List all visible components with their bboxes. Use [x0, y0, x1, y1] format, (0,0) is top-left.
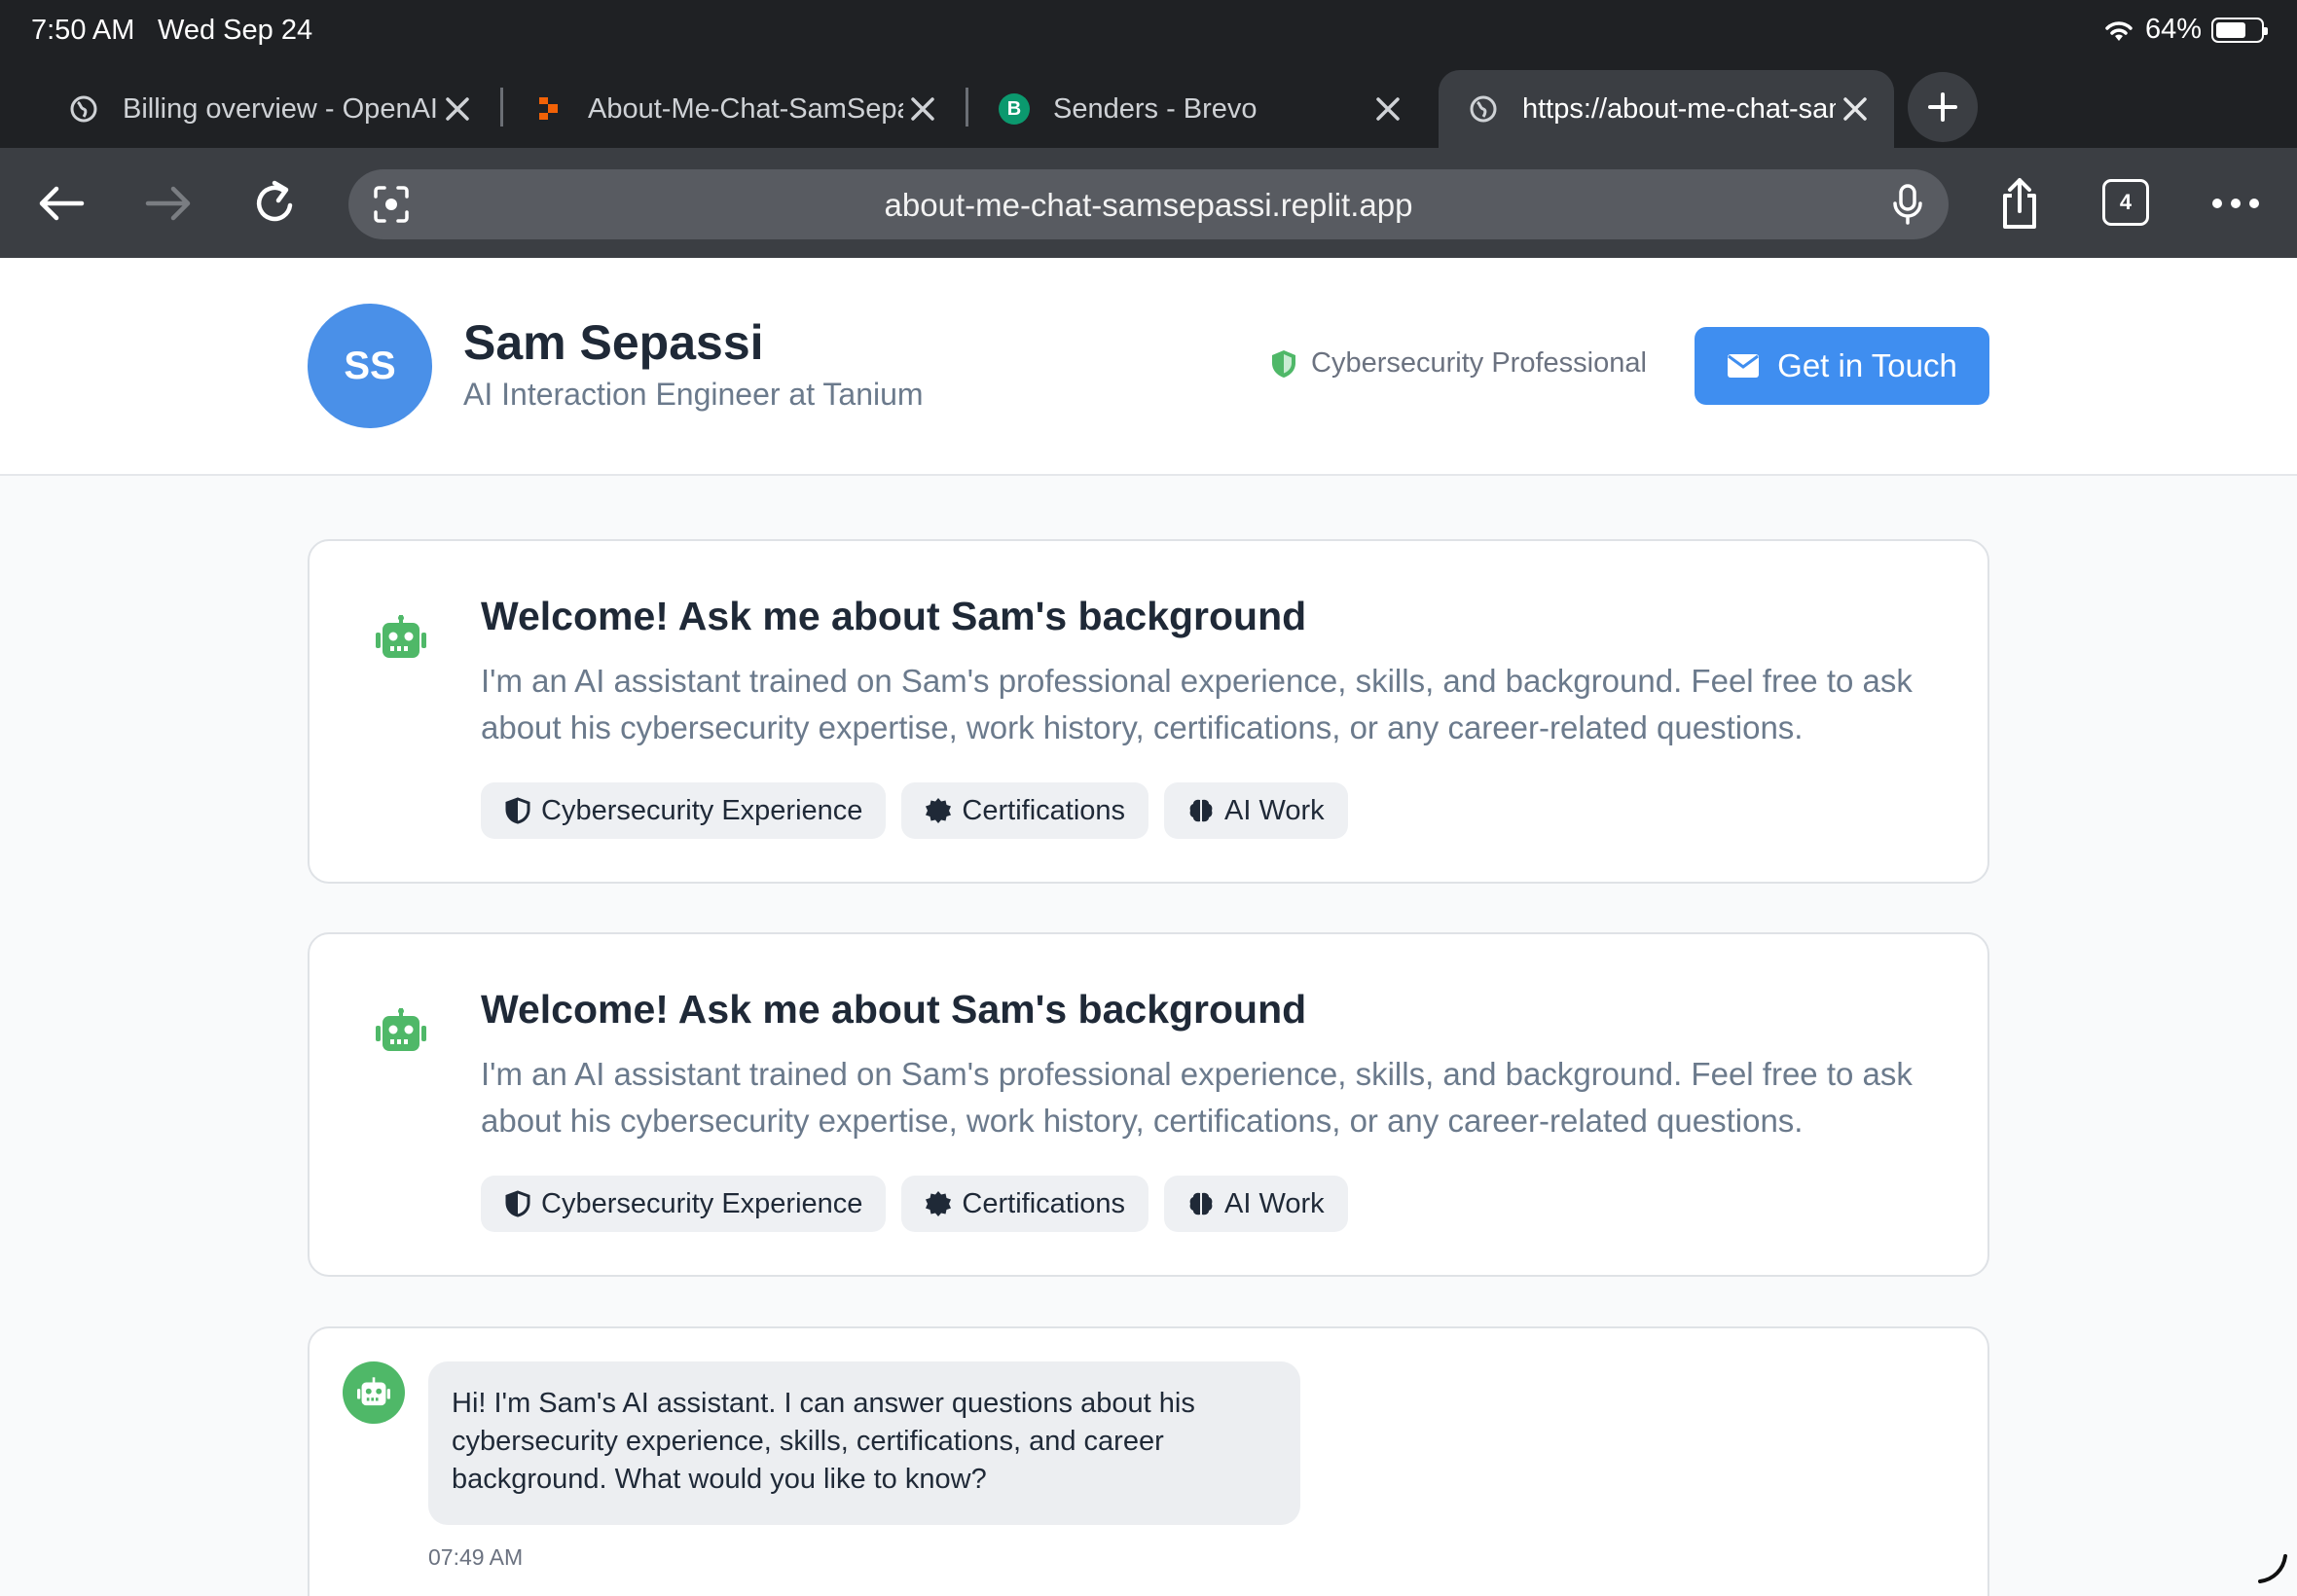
badge-label: Cybersecurity Professional	[1311, 347, 1647, 379]
certificate-icon	[926, 798, 952, 823]
page-content: SS Sam Sepassi AI Interaction Engineer a…	[0, 258, 2297, 1596]
tab-title: Billing overview - OpenAI	[123, 92, 438, 125]
profile-role: AI Interaction Engineer at Tanium	[463, 377, 924, 412]
get-in-touch-button[interactable]: Get in Touch	[1695, 327, 1989, 405]
status-date: Wed Sep 24	[158, 15, 313, 46]
tab-separator	[500, 88, 503, 127]
envelope-icon	[1728, 354, 1760, 378]
forward-button[interactable]	[138, 173, 199, 234]
certificate-icon	[926, 1191, 952, 1216]
cybersecurity-badge: Cybersecurity Professional	[1270, 347, 1647, 380]
assistant-message: Hi! I'm Sam's AI assistant. I can answer…	[428, 1361, 1300, 1525]
robot-icon	[376, 1008, 426, 1051]
card-title: Welcome! Ask me about Sam's background	[481, 594, 1307, 638]
tab-title: About-Me-Chat-SamSepassi	[588, 92, 903, 125]
share-button[interactable]	[1989, 173, 2050, 234]
robot-icon	[357, 1377, 390, 1406]
browser-chrome: 7:50 AM Wed Sep 24 64% Billing overview …	[0, 0, 2297, 258]
globe-icon	[68, 93, 99, 125]
tab-title: https://about-me-chat-samsepassi.replit.…	[1522, 92, 1836, 125]
close-icon[interactable]	[438, 90, 477, 128]
tab-separator	[966, 88, 968, 127]
tab-about-me-chat[interactable]: About-Me-Chat-SamSepassi	[504, 70, 962, 148]
chip-certifications[interactable]: Certifications	[901, 782, 1149, 839]
shield-half-icon	[505, 1190, 530, 1217]
status-bar: 7:50 AM Wed Sep 24 64%	[0, 0, 2297, 60]
assistant-avatar	[343, 1361, 405, 1424]
brevo-icon: B	[999, 93, 1030, 125]
contact-label: Get in Touch	[1777, 347, 1957, 383]
tab-active-replit-app[interactable]: https://about-me-chat-samsepassi.replit.…	[1439, 70, 1894, 148]
chip-cybersecurity-experience[interactable]: Cybersecurity Experience	[481, 782, 887, 839]
battery-percent: 64%	[2144, 14, 2202, 45]
tab-strip: Billing overview - OpenAI About-Me-Chat-…	[0, 66, 2297, 148]
arrow-left-icon	[39, 186, 85, 221]
suggestion-chips: Cybersecurity Experience Certifications …	[481, 1176, 1348, 1232]
more-options-button[interactable]	[2206, 173, 2266, 234]
chip-label: Certifications	[962, 1187, 1126, 1219]
chip-label: AI Work	[1224, 1187, 1325, 1219]
chip-ai-work[interactable]: AI Work	[1164, 782, 1348, 839]
close-icon[interactable]	[1368, 90, 1407, 128]
chat-panel: Hi! I'm Sam's AI assistant. I can answer…	[308, 1326, 1989, 1596]
avatar: SS	[308, 304, 432, 428]
chip-label: Cybersecurity Experience	[541, 1187, 863, 1219]
reload-icon	[256, 180, 293, 222]
card-description: I'm an AI assistant trained on Sam's pro…	[481, 663, 1913, 745]
chip-label: Certifications	[962, 794, 1126, 826]
chip-cybersecurity-experience[interactable]: Cybersecurity Experience	[481, 1176, 887, 1232]
share-icon	[2003, 178, 2036, 229]
close-icon[interactable]	[903, 90, 942, 128]
brain-icon	[1189, 799, 1213, 822]
battery-icon	[2211, 17, 2268, 43]
chip-label: AI Work	[1224, 794, 1325, 826]
globe-icon	[1468, 93, 1499, 125]
shield-half-icon	[505, 797, 530, 824]
tab-senders-brevo[interactable]: B Senders - Brevo	[969, 70, 1427, 148]
tab-billing-overview[interactable]: Billing overview - OpenAI	[39, 70, 496, 148]
welcome-card: Welcome! Ask me about Sam's background I…	[308, 932, 1989, 1277]
reload-button[interactable]	[245, 173, 306, 234]
arrow-right-icon	[145, 186, 191, 221]
profile-header: SS Sam Sepassi AI Interaction Engineer a…	[0, 258, 2297, 476]
chip-ai-work[interactable]: AI Work	[1164, 1176, 1348, 1232]
close-icon[interactable]	[1836, 90, 1875, 128]
message-timestamp: 07:49 AM	[428, 1544, 524, 1570]
resize-handle-icon[interactable]	[2256, 1552, 2289, 1585]
profile-name: Sam Sepassi	[463, 315, 764, 370]
card-title: Welcome! Ask me about Sam's background	[481, 987, 1307, 1032]
url-text: about-me-chat-samsepassi.replit.app	[884, 187, 1413, 223]
plus-icon	[1928, 92, 1957, 122]
browser-toolbar: about-me-chat-samsepassi.replit.app 4	[0, 148, 2297, 258]
suggestion-chips: Cybersecurity Experience Certifications …	[481, 782, 1348, 839]
robot-icon	[376, 615, 426, 658]
brain-icon	[1189, 1192, 1213, 1215]
chip-certifications[interactable]: Certifications	[901, 1176, 1149, 1232]
back-button[interactable]	[31, 173, 91, 234]
wifi-icon	[2105, 20, 2133, 41]
chip-label: Cybersecurity Experience	[541, 794, 863, 826]
status-right: 64%	[2102, 14, 2268, 46]
status-time: 7:50 AM	[31, 15, 135, 46]
card-description: I'm an AI assistant trained on Sam's pro…	[481, 1056, 1913, 1139]
replit-icon	[533, 93, 565, 125]
welcome-card: Welcome! Ask me about Sam's background I…	[308, 539, 1989, 884]
ellipsis-icon	[2212, 199, 2259, 208]
tab-title: Senders - Brevo	[1053, 92, 1258, 125]
new-tab-button[interactable]	[1908, 72, 1978, 142]
tab-count-button[interactable]: 4	[2102, 179, 2149, 226]
shield-icon	[1272, 349, 1295, 378]
microphone-icon[interactable]	[1888, 183, 1927, 226]
address-bar[interactable]: about-me-chat-samsepassi.replit.app	[348, 169, 1949, 239]
